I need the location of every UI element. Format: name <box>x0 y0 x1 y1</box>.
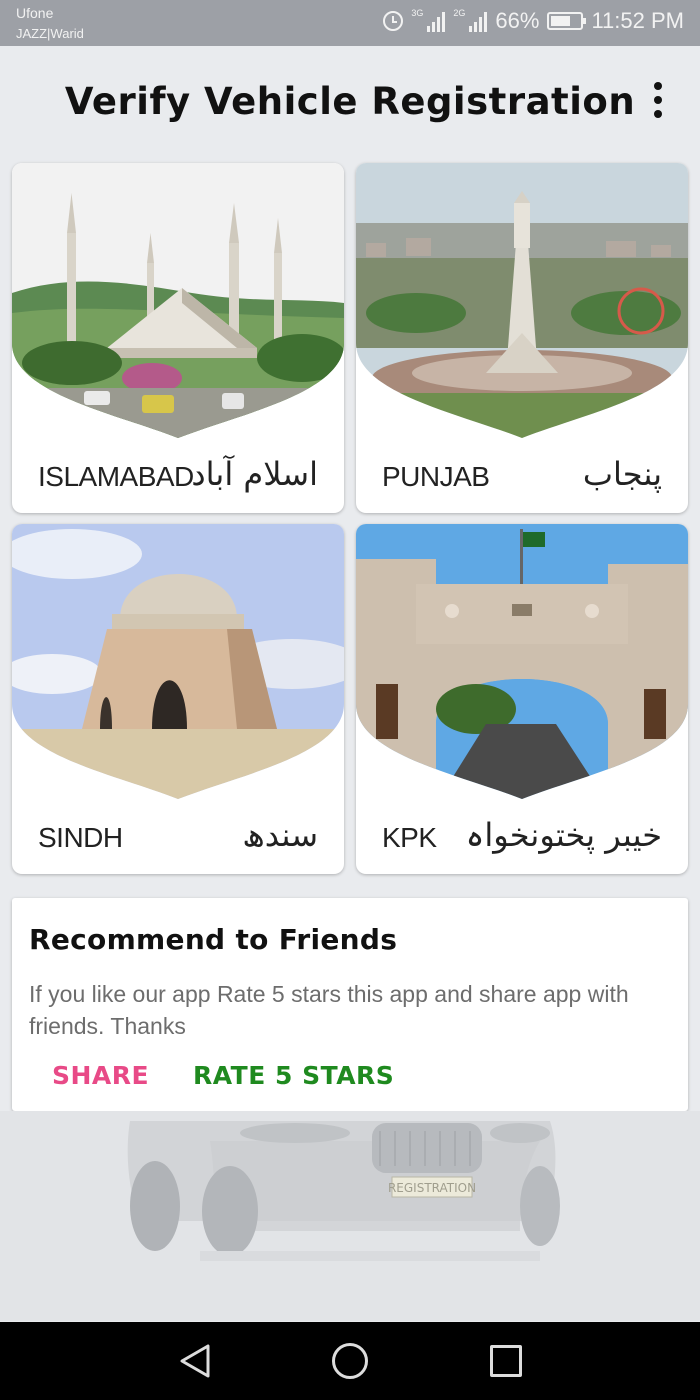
app-title: Verify Vehicle Registration <box>64 80 636 123</box>
rate-5-stars-button[interactable]: RATE 5 STARS <box>193 1061 394 1090</box>
back-triangle-icon[interactable] <box>178 1343 212 1379</box>
carrier-secondary: JAZZ|Warid <box>16 26 84 41</box>
recent-square-icon[interactable] <box>490 1345 522 1377</box>
clock: 11:52 PM <box>591 8 684 33</box>
region-name-en: SINDH <box>38 822 123 853</box>
region-card-islamabad[interactable]: ISLAMABAD اسلام آباد <box>12 163 344 513</box>
recommend-title: Recommend to Friends <box>29 923 398 956</box>
region-name-en: KPK <box>382 822 437 853</box>
battery-icon <box>547 12 587 30</box>
faisal-mosque-image <box>12 163 344 438</box>
region-card-kpk[interactable]: KPK خیبر پختونخواہ <box>356 524 688 874</box>
network-type-2: 2G <box>453 8 466 18</box>
region-name-ur: سندھ <box>242 816 318 854</box>
car-background-image: REGISTRATION <box>0 1111 700 1321</box>
signal-icon <box>427 10 446 32</box>
carrier-primary: Ufone <box>16 5 54 21</box>
quaid-mausoleum-image <box>12 524 344 799</box>
status-bar: Ufone JAZZ|Warid 3G 2G 66% 11:52 PM <box>0 0 700 46</box>
khyber-gate-image <box>356 524 688 799</box>
recommend-body: If you like our app Rate 5 stars this ap… <box>29 981 629 1039</box>
region-name-ur: اسلام آباد <box>191 455 318 493</box>
status-icons: 3G 2G 66% 11:52 PM <box>383 8 684 34</box>
region-card-punjab[interactable]: PUNJAB پنجاب <box>356 163 688 513</box>
share-button[interactable]: SHARE <box>52 1061 149 1090</box>
signal-icon <box>469 10 488 32</box>
alarm-icon <box>383 11 404 31</box>
recommend-card: Recommend to Friends If you like our app… <box>12 898 688 1111</box>
region-name-en: PUNJAB <box>382 461 490 492</box>
home-circle-icon[interactable] <box>332 1343 368 1379</box>
license-plate-text: REGISTRATION <box>388 1181 476 1195</box>
region-name-en: ISLAMABAD <box>38 461 194 492</box>
region-name-ur: خیبر پختونخواہ <box>465 816 662 854</box>
more-vertical-icon[interactable] <box>645 80 671 120</box>
battery-percent: 66% <box>495 8 540 33</box>
region-card-sindh[interactable]: SINDH سندھ <box>12 524 344 874</box>
system-nav-bar <box>0 1322 700 1400</box>
region-name-ur: پنجاب <box>582 455 662 493</box>
network-type-1: 3G <box>411 8 424 18</box>
minar-e-pakistan-image <box>356 163 688 438</box>
